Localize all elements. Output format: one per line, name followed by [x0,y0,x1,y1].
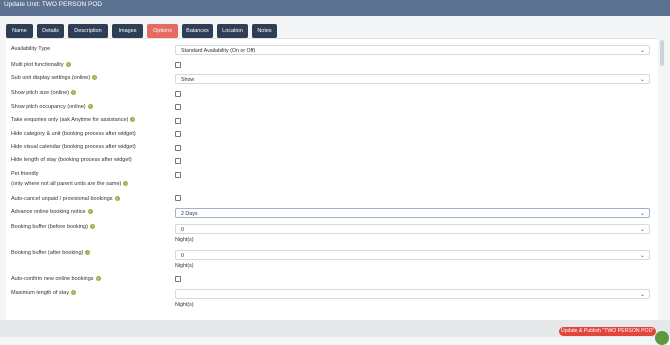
help-icon[interactable]: ? [87,209,93,215]
tab-name[interactable]: Name [6,24,33,38]
hide-category-unit-checkbox[interactable] [175,131,181,137]
buffer-after-unit: Night(s) [175,263,194,269]
tab-location[interactable]: Location [217,24,248,38]
chat-widget-icon[interactable] [655,331,669,345]
chevron-down-icon: ⌄ [639,77,645,83]
help-icon[interactable]: ? [87,104,93,110]
hide-length-of-stay-label: Hide length of stay (booking process aft… [11,157,132,163]
hide-visual-calendar-label: Hide visual calendar (booking process af… [11,144,136,150]
show-pitch-occupancy-checkbox[interactable] [175,104,181,110]
pet-friendly-checkbox[interactable] [175,172,181,178]
help-icon[interactable]: ? [65,62,71,68]
help-icon[interactable]: ? [85,250,91,256]
availability-type-label: Availability Type [11,46,51,52]
buffer-before-unit: Night(s) [175,237,194,243]
take-enquiries-checkbox[interactable] [175,118,181,124]
hide-visual-calendar-checkbox[interactable] [175,145,181,151]
availability-type-select[interactable]: Standard Availability (On or Off) ⌄ [175,45,650,55]
chevron-down-icon: ⌄ [639,227,645,233]
help-icon[interactable]: ? [71,290,77,296]
help-icon[interactable]: ? [95,276,101,282]
pet-friendly-sublabel: (only where not all parent units are the… [11,181,129,187]
panel-scrollbar[interactable] [660,38,664,320]
auto-confirm-label: Auto-confirm new online bookings? [11,276,101,282]
tab-details[interactable]: Details [37,24,64,38]
auto-cancel-checkbox[interactable] [175,195,181,201]
tab-balances[interactable]: Balances [182,24,213,38]
max-length-of-stay-label: Maximum length of stay? [11,290,77,296]
advance-notice-label: Advance online booking notice? [11,209,93,215]
max-length-of-stay-unit: Night(s) [175,302,194,308]
multi-plot-label: Multi plot functionality? [11,62,71,68]
help-icon[interactable]: ? [71,90,77,96]
buffer-after-select[interactable]: 0 ⌄ [175,250,650,260]
chevron-down-icon: ⌄ [639,253,645,259]
auto-confirm-checkbox[interactable] [175,276,181,282]
show-pitch-size-label: Show pitch size (online)? [11,90,77,96]
window-title: Update Unit: TWO PERSON POD [4,1,103,8]
show-pitch-occupancy-label: Show pitch occupancy (online)? [11,104,93,110]
buffer-after-label: Booking buffer (after booking)? [11,250,91,256]
scrollbar-thumb[interactable] [660,40,664,66]
window-titlebar: Update Unit: TWO PERSON POD [0,0,670,16]
help-icon[interactable]: ? [130,117,136,123]
show-pitch-size-checkbox[interactable] [175,91,181,97]
chevron-down-icon: ⌄ [639,48,645,54]
multi-plot-checkbox[interactable] [175,62,181,68]
advance-notice-select[interactable]: 2 Days ⌄ [175,208,650,218]
take-enquiries-label: Take enquiries only (ask Anytime for ass… [11,117,136,123]
sub-unit-display-select[interactable]: Show ⌄ [175,74,650,84]
hide-length-of-stay-checkbox[interactable] [175,158,181,164]
pet-friendly-label: Pet friendly [11,171,39,177]
hide-category-unit-label: Hide category & unit (booking process af… [11,131,136,137]
help-icon[interactable]: ? [123,181,129,187]
help-icon[interactable]: ? [114,196,120,202]
update-publish-button[interactable]: Update & Publish "TWO PERSON POD" [559,327,656,336]
max-length-of-stay-select[interactable]: ⌄ [175,289,650,299]
buffer-before-label: Booking buffer (before booking)? [11,224,95,230]
chevron-down-icon: ⌄ [639,292,645,298]
help-icon[interactable]: ? [92,75,98,81]
tab-description[interactable]: Description [68,24,108,38]
tab-images[interactable]: Images [112,24,143,38]
help-icon[interactable]: ? [89,224,95,230]
tab-notes[interactable]: Notes [252,24,277,38]
sub-unit-display-label: Sub unit display settings (online)? [11,75,98,81]
buffer-before-select[interactable]: 0 ⌄ [175,224,650,234]
auto-cancel-label: Auto-cancel unpaid / provisional booking… [11,196,120,202]
chevron-down-icon: ⌄ [639,211,645,217]
tab-options[interactable]: Options [147,24,178,38]
